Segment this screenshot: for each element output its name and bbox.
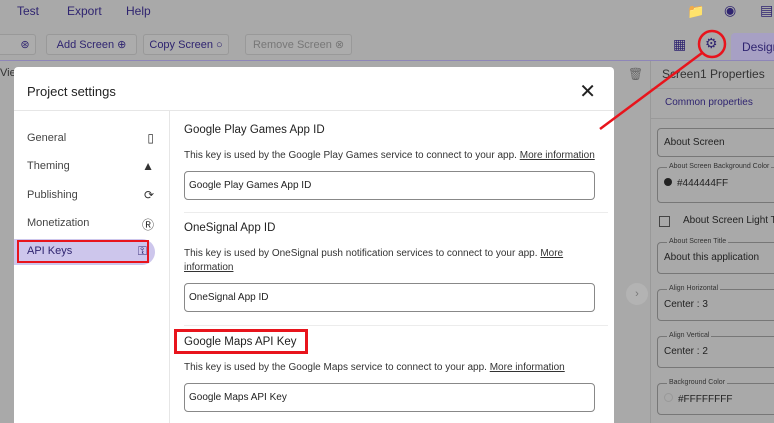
annotation-arrow bbox=[599, 51, 703, 131]
highlight-circle bbox=[697, 29, 727, 59]
annotation-overlay bbox=[599, 29, 727, 131]
